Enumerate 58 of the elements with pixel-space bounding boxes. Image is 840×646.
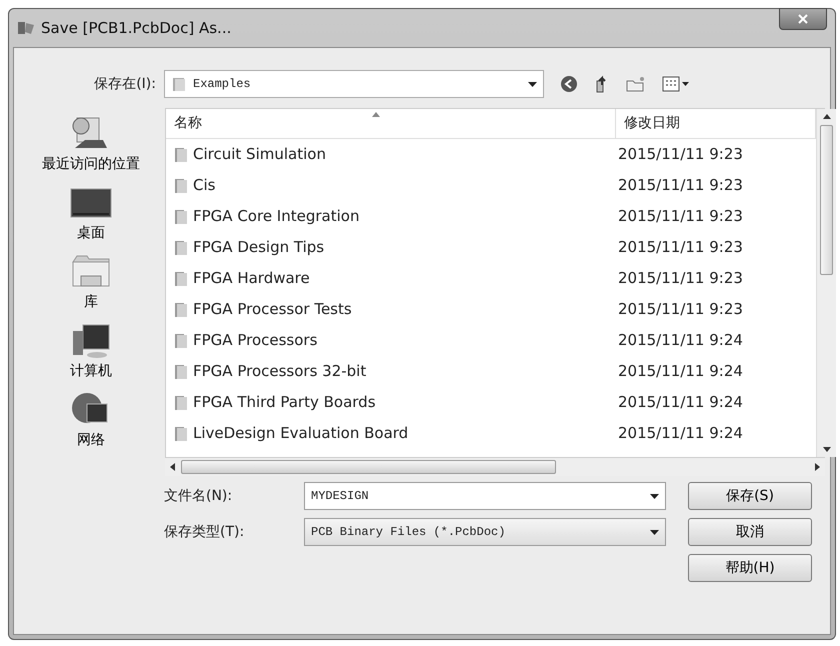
file-name[interactable]: FPGA Processors 32-bit <box>166 360 608 383</box>
sidebar-item[interactable]: 最近访问的位置 <box>42 114 140 175</box>
folder-icon <box>171 76 187 92</box>
folder-icon <box>174 426 188 442</box>
file-name-field[interactable]: MYDESIGN <box>304 482 666 510</box>
column-header[interactable]: 名称 <box>166 109 616 138</box>
date-cell-text: 2015/11/11 9:23 <box>617 206 743 228</box>
folder-icon <box>174 270 188 286</box>
date-cell-text: 2015/11/11 9:24 <box>617 330 743 352</box>
caret-icon <box>650 494 659 498</box>
date-cell-text: 2015/11/11 9:24 <box>617 392 743 414</box>
file-name[interactable]: Circuit Simulation <box>166 143 608 166</box>
vertical-scrollbar[interactable] <box>816 109 836 457</box>
location-dropdown[interactable]: Examples <box>164 70 544 98</box>
close-button[interactable] <box>779 8 827 30</box>
dialog-button[interactable]: 保存(S) <box>688 482 812 510</box>
file-name[interactable]: FPGA Processor Tests <box>166 298 608 321</box>
date-cell-text: 2015/11/11 9:23 <box>617 237 743 258</box>
sort-arrow-icon <box>372 112 380 117</box>
view-menu-icon[interactable] <box>662 76 690 92</box>
app-icon <box>17 20 35 36</box>
folder-icon <box>174 146 188 162</box>
sidebar-item[interactable]: 库 <box>69 252 113 313</box>
dialog-button[interactable]: 取消 <box>688 518 812 546</box>
file-type-dropdown[interactable]: PCB Binary Files (*.PcbDoc) <box>304 518 666 546</box>
date-cell-text: 2015/11/11 9:24 <box>617 423 743 444</box>
close-icon <box>798 14 808 24</box>
sidebar-item[interactable]: 计算机 <box>69 321 113 382</box>
date-cell-text: 2015/11/11 9:24 <box>617 361 743 382</box>
file-name[interactable]: FPGA Design Tips <box>166 236 608 259</box>
folder-icon <box>174 208 188 224</box>
caret-icon <box>528 82 537 86</box>
field-label: 文件名(N): <box>164 486 234 506</box>
field-label: 保存类型(T): <box>164 522 246 542</box>
folder-icon <box>174 364 188 380</box>
window-title: Save [PCB1.PcbDoc] As... <box>41 18 232 39</box>
date-cell-text: 2015/11/11 9:23 <box>617 268 743 290</box>
back-icon[interactable] <box>560 75 578 93</box>
file-name[interactable]: FPGA Third Party Boards <box>166 391 608 414</box>
sidebar-item[interactable]: 桌面 <box>69 183 113 244</box>
date-cell-text: 2015/11/11 9:23 <box>617 175 743 196</box>
new-folder-icon[interactable] <box>626 76 646 92</box>
location-label: 保存在(I): <box>93 74 157 94</box>
date-cell-text: 2015/11/11 9:23 <box>617 299 743 320</box>
folder-icon <box>174 332 188 348</box>
folder-icon <box>174 178 188 194</box>
file-name[interactable]: FPGA Hardware <box>166 267 608 290</box>
folder-icon <box>174 240 188 256</box>
folder-icon <box>174 394 188 410</box>
sidebar-item[interactable]: 网络 <box>69 390 113 451</box>
folder-icon <box>174 302 188 318</box>
file-name[interactable]: FPGA Core Integration <box>166 205 608 228</box>
caret-icon <box>650 530 659 534</box>
file-name[interactable]: FPGA Processors <box>166 329 608 352</box>
date-cell-text: 2015/11/11 9:23 <box>617 144 743 166</box>
file-name[interactable]: Cis <box>166 174 608 197</box>
dialog-button[interactable]: 帮助(H) <box>688 554 812 582</box>
file-name[interactable]: LiveDesign Evaluation Board <box>166 422 608 445</box>
